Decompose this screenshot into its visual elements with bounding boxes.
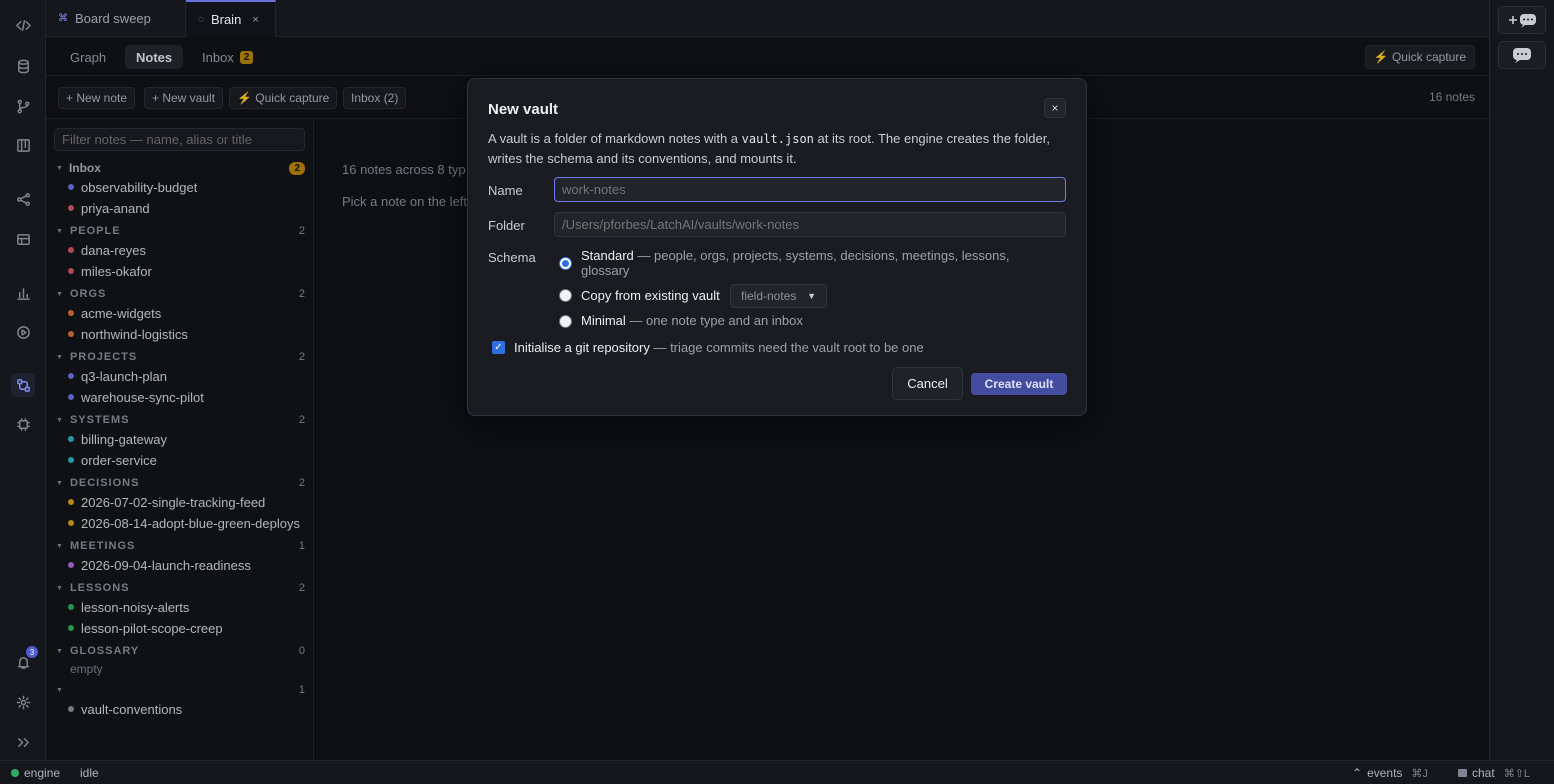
create-vault-button[interactable]: Create vault xyxy=(971,373,1067,395)
tab-board-sweep[interactable]: ⌘ Board sweep xyxy=(46,0,186,37)
source-vault-select[interactable]: field-notes ▼ xyxy=(730,284,827,308)
bar-chart-icon[interactable] xyxy=(11,281,35,305)
chat-button[interactable] xyxy=(1498,41,1546,69)
engine-status[interactable]: engine xyxy=(11,766,60,780)
chat-bubble-icon xyxy=(1513,48,1531,63)
status-dot-icon xyxy=(11,769,19,777)
cancel-button[interactable]: Cancel xyxy=(892,367,963,400)
settings-gear-icon[interactable] xyxy=(11,690,35,714)
status-bar: engine idle ⌃ events ⌘J chat ⌘⇧L xyxy=(0,760,1554,784)
cpu-icon[interactable] xyxy=(11,412,35,436)
board-icon[interactable] xyxy=(11,133,35,157)
tab-label: Brain xyxy=(210,12,242,27)
close-tab-icon[interactable]: × xyxy=(252,14,258,26)
play-circle-icon[interactable] xyxy=(11,320,35,344)
left-rail: 3 xyxy=(0,0,46,760)
chevron-down-icon: ▼ xyxy=(807,291,816,301)
schema-copy-label[interactable]: Copy from existing vault xyxy=(581,288,720,303)
vault-folder-input[interactable] xyxy=(554,212,1066,237)
folder-label: Folder xyxy=(488,218,525,233)
layout-icon[interactable] xyxy=(11,227,35,251)
database-icon[interactable] xyxy=(11,54,35,78)
engine-state: idle xyxy=(80,766,99,780)
schema-standard-label[interactable]: Standard — people, orgs, projects, syste… xyxy=(581,248,1051,278)
command-icon: ⌘ xyxy=(58,13,68,24)
git-branch-icon[interactable] xyxy=(11,94,35,118)
close-dialog-button[interactable]: × xyxy=(1044,98,1066,118)
new-chat-icon xyxy=(1509,14,1536,28)
schema-standard-radio[interactable] xyxy=(559,257,572,270)
bell-icon[interactable]: 3 xyxy=(11,646,38,674)
expand-chevrons-icon[interactable] xyxy=(11,730,35,754)
schema-minimal-radio[interactable] xyxy=(559,315,572,328)
schema-label: Schema xyxy=(488,250,536,265)
vault-name-input[interactable] xyxy=(554,177,1066,202)
dialog-description: A vault is a folder of markdown notes wi… xyxy=(488,131,1050,166)
new-chat-button[interactable] xyxy=(1498,6,1546,34)
git-init-label[interactable]: Initialise a git repository — triage com… xyxy=(514,340,924,355)
panel-icon xyxy=(1458,769,1467,777)
name-label: Name xyxy=(488,183,523,198)
schema-copy-radio[interactable] xyxy=(559,289,572,302)
tab-label: Board sweep xyxy=(75,11,151,26)
right-panel xyxy=(1489,0,1554,760)
events-toggle[interactable]: ⌃ events ⌘J xyxy=(1352,766,1428,780)
chat-toggle[interactable]: chat ⌘⇧L xyxy=(1458,766,1530,780)
schema-minimal-label[interactable]: Minimal — one note type and an inbox xyxy=(581,313,803,328)
brain-tab-icon: ◌ xyxy=(198,14,204,25)
share-icon[interactable] xyxy=(11,187,35,211)
chevron-up-icon: ⌃ xyxy=(1352,766,1363,780)
tab-brain[interactable]: ◌ Brain × xyxy=(186,0,276,37)
dialog-title: New vault xyxy=(488,101,559,118)
tab-bar: ⌘ Board sweep ◌ Brain × xyxy=(46,0,1489,37)
brain-nodes-icon[interactable] xyxy=(11,373,35,397)
code-icon[interactable] xyxy=(11,13,35,37)
new-vault-dialog: New vault × A vault is a folder of markd… xyxy=(467,78,1087,416)
notification-count: 3 xyxy=(26,646,38,658)
git-init-checkbox[interactable]: ✓ xyxy=(492,341,505,354)
